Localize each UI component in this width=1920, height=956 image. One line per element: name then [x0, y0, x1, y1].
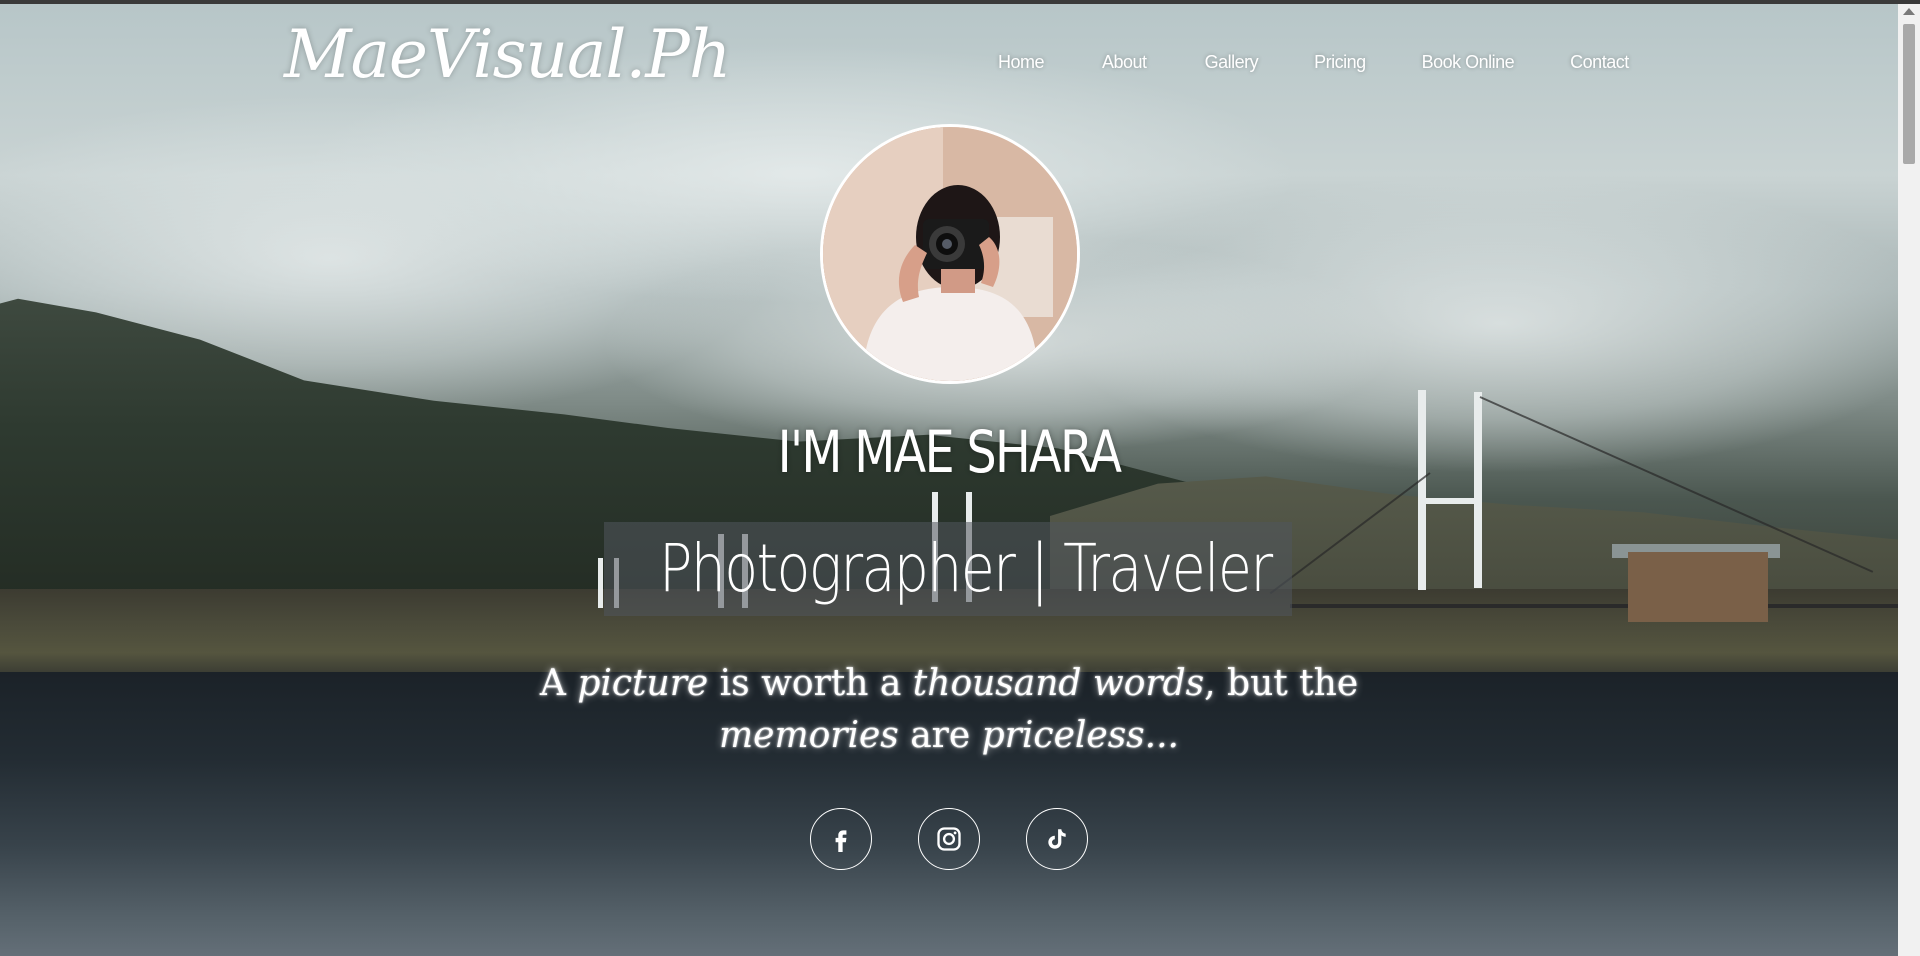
main-nav: Home About Gallery Pricing Book Online C…	[998, 52, 1629, 73]
scrollbar-thumb[interactable]	[1903, 24, 1915, 164]
instagram-link[interactable]	[918, 808, 980, 870]
nav-book-online[interactable]: Book Online	[1422, 52, 1515, 73]
site-logo[interactable]: MaeVisual.Ph	[284, 16, 731, 93]
facebook-icon	[835, 830, 847, 852]
facebook-link[interactable]	[810, 808, 872, 870]
nav-gallery[interactable]: Gallery	[1205, 52, 1259, 73]
hero-name: I'M MAE SHARA	[777, 418, 1122, 486]
avatar	[820, 124, 1080, 384]
quote-line-1: A picture is worth a thousand words, but…	[539, 663, 1359, 704]
scroll-up-arrow-icon[interactable]	[1903, 8, 1915, 15]
nav-pricing[interactable]: Pricing	[1314, 52, 1366, 73]
nav-contact[interactable]: Contact	[1570, 52, 1629, 73]
bridge-crossbeam	[1418, 498, 1482, 504]
social-links	[810, 808, 1090, 872]
distant-post	[598, 558, 603, 608]
stilt-house	[1628, 552, 1768, 622]
quote-line-2: memories are priceless...	[719, 715, 1179, 756]
nav-home[interactable]: Home	[998, 52, 1045, 73]
bridge-deck	[1290, 604, 1898, 608]
hero-quote: A picture is worth a thousand words, but…	[0, 658, 1898, 762]
tiktok-icon	[1048, 829, 1066, 849]
instagram-icon	[937, 827, 961, 851]
nav-about[interactable]: About	[1102, 52, 1147, 73]
tiktok-link[interactable]	[1026, 808, 1088, 870]
photographer-portrait	[823, 127, 1077, 381]
hero-tagline: Photographer | Traveler	[659, 530, 1273, 607]
